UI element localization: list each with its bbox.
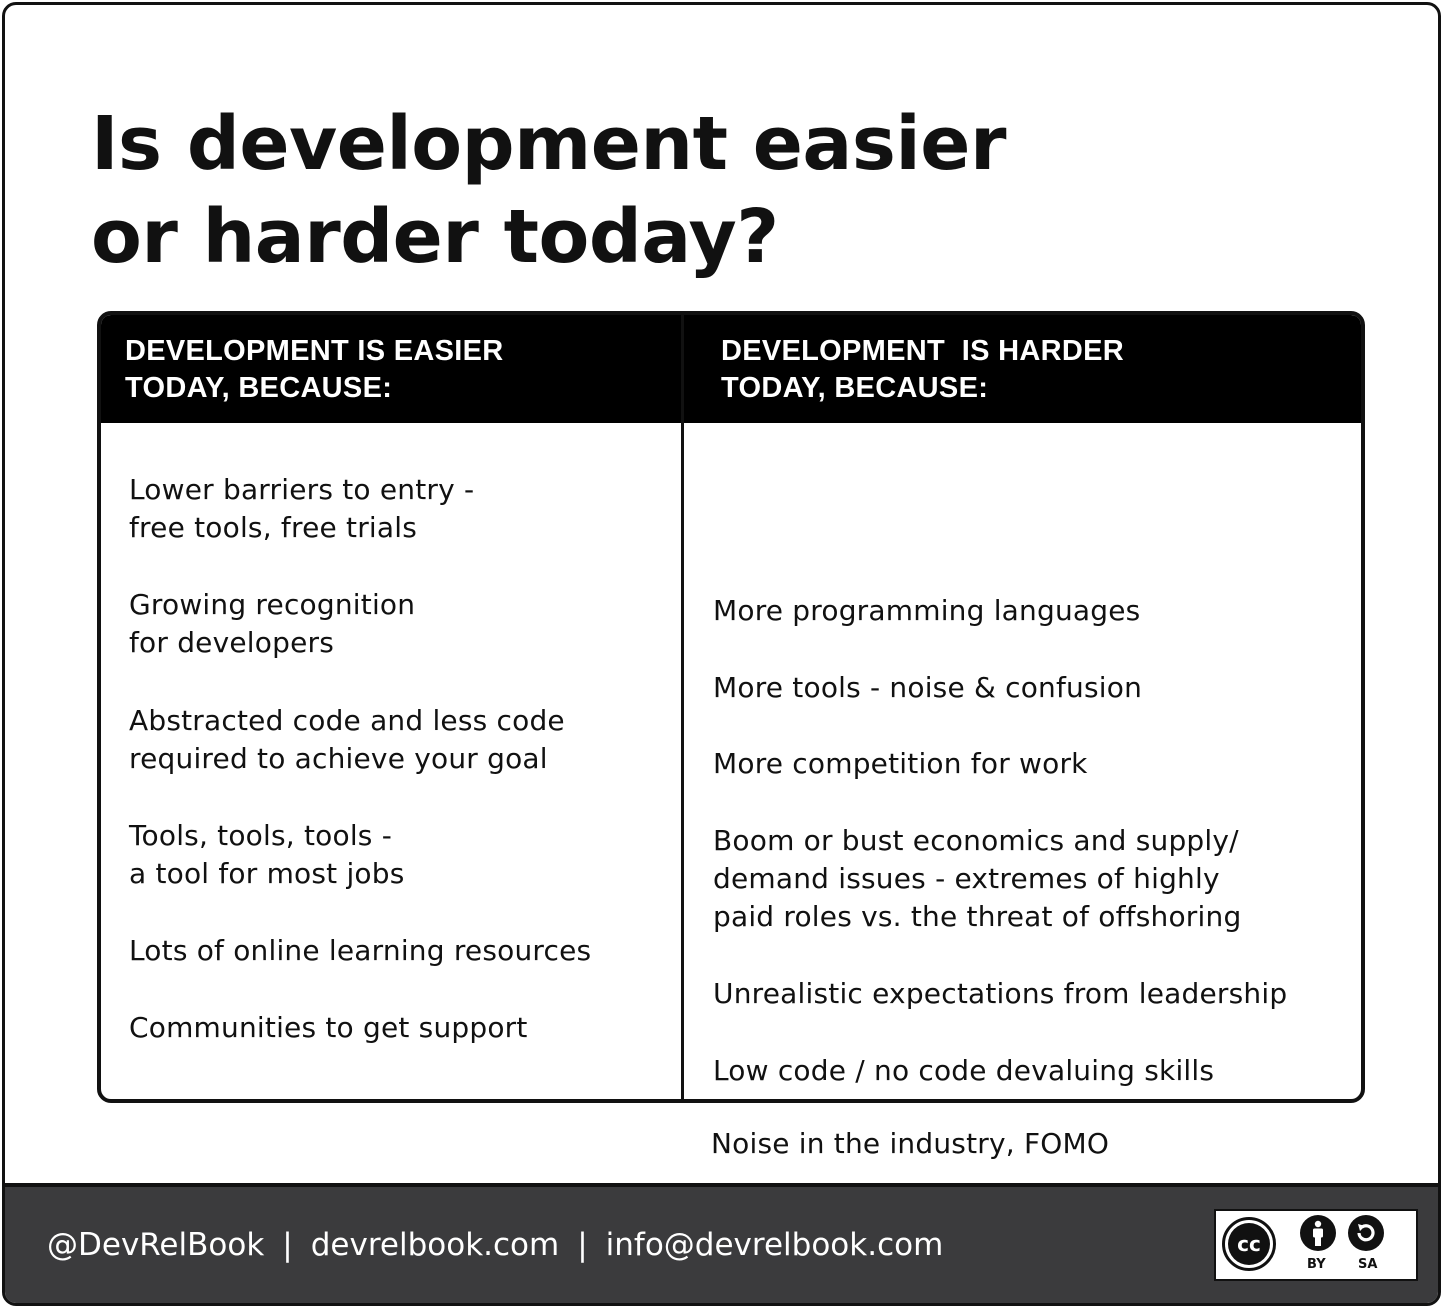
harder-item: More competition for work <box>713 747 1088 780</box>
sa-icon <box>1348 1215 1384 1251</box>
easier-column-heading: DEVELOPMENT IS EASIER TODAY, BECAUSE: <box>125 335 504 404</box>
page-title: Is development easier or harder today? <box>91 101 1006 280</box>
column-divider <box>681 315 684 1099</box>
easier-item: Communities to get support <box>129 1011 528 1044</box>
comparison-table: DEVELOPMENT IS EASIER TODAY, BECAUSE: DE… <box>97 311 1365 1103</box>
twitter-handle-link[interactable]: @DevRelBook <box>47 1227 264 1263</box>
easier-item: Lots of online learning resources <box>129 934 592 967</box>
cc-icon: cc <box>1222 1217 1276 1271</box>
sa-label: SA <box>1358 1257 1378 1272</box>
footer-separator: | <box>282 1227 293 1263</box>
by-label: BY <box>1307 1257 1326 1272</box>
infographic-frame: Is development easier or harder today? D… <box>2 2 1441 1306</box>
harder-item-overflow: Noise in the industry, FOMO <box>711 1127 1110 1160</box>
website-link[interactable]: devrelbook.com <box>311 1227 559 1263</box>
table-header: DEVELOPMENT IS EASIER TODAY, BECAUSE: DE… <box>101 315 1361 423</box>
cc-text: cc <box>1228 1223 1270 1265</box>
harder-item: Low code / no code devaluing skills <box>713 1054 1215 1087</box>
footer-contact: @DevRelBook | devrelbook.com | info@devrelbo… <box>47 1225 943 1265</box>
harder-item: More programming languages <box>713 594 1141 627</box>
cc-by-sa-license-badge: cc BY SA <box>1214 1209 1418 1281</box>
footer-separator: | <box>577 1227 588 1263</box>
harder-item: Unrealistic expectations from leadership <box>713 977 1288 1010</box>
easier-item: Tools, tools, tools - a tool for most jo… <box>129 819 405 890</box>
harder-item: Boom or bust economics and supply/ deman… <box>713 824 1242 933</box>
easier-item: Lower barriers to entry - free tools, fr… <box>129 473 475 544</box>
harder-item: More tools - noise & confusion <box>713 671 1143 704</box>
harder-column-heading: DEVELOPMENT IS HARDER TODAY, BECAUSE: <box>721 335 1124 404</box>
easier-item: Growing recognition for developers <box>129 588 416 659</box>
email-link[interactable]: info@devrelbook.com <box>606 1227 944 1263</box>
footer-bar: @DevRelBook | devrelbook.com | info@devrelbo… <box>5 1183 1438 1303</box>
by-icon <box>1300 1215 1336 1251</box>
easier-item: Abstracted code and less code required t… <box>129 704 565 775</box>
